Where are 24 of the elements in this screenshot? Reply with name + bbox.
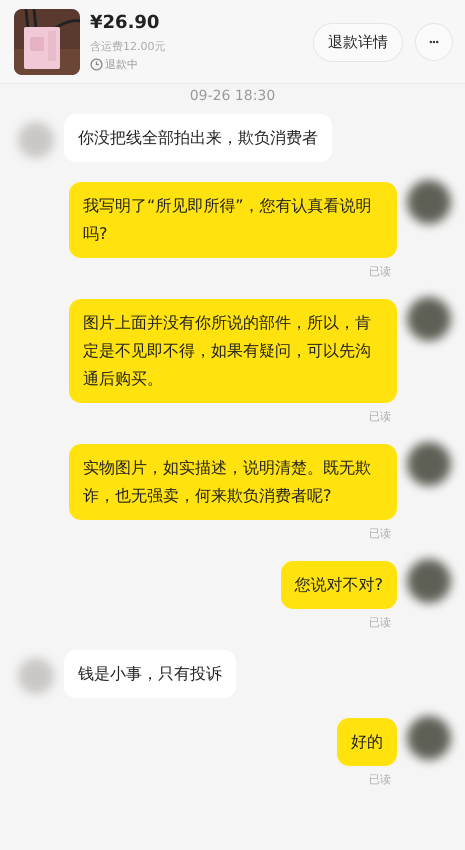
read-receipt: 已读 [369, 409, 391, 424]
price: ¥26.90 [90, 12, 160, 33]
avatar[interactable] [407, 442, 451, 486]
read-receipt: 已读 [369, 772, 391, 787]
message-bubble: 钱是小事，只有投诉 [64, 650, 236, 698]
message-bubble: 您说对不对? [280, 561, 397, 609]
message-bubble: 图片上面并没有你所说的部件，所以，肯定是不见即不得，如果有疑问，可以先沟通后购买。 [69, 299, 397, 403]
shipping-note: 含运费12.00元 [90, 39, 166, 54]
read-receipt: 已读 [369, 526, 391, 541]
message-bubble: 你没把线全部拍出来，欺负消费者 [64, 114, 332, 162]
timestamp: 09-26 18:30 [188, 88, 276, 104]
read-receipt: 已读 [369, 264, 391, 279]
clock-icon [90, 58, 103, 71]
avatar[interactable] [407, 716, 451, 760]
avatar[interactable] [407, 297, 451, 341]
message-bubble: 我写明了“所见即所得”，您有认真看说明吗? [69, 182, 397, 258]
avatar[interactable] [407, 559, 451, 603]
message-bubble: 实物图片，如实描述，说明清楚。既无欺诈，也无强卖，何来欺负消费者呢? [69, 444, 397, 520]
refund-status: 退款中 [105, 57, 138, 72]
refund-details-button[interactable]: 退款详情 [313, 22, 403, 62]
message-bubble: 好的 [337, 718, 397, 766]
avatar[interactable] [407, 180, 451, 224]
more-button[interactable]: ••• [415, 23, 453, 61]
read-receipt: 已读 [369, 615, 391, 630]
